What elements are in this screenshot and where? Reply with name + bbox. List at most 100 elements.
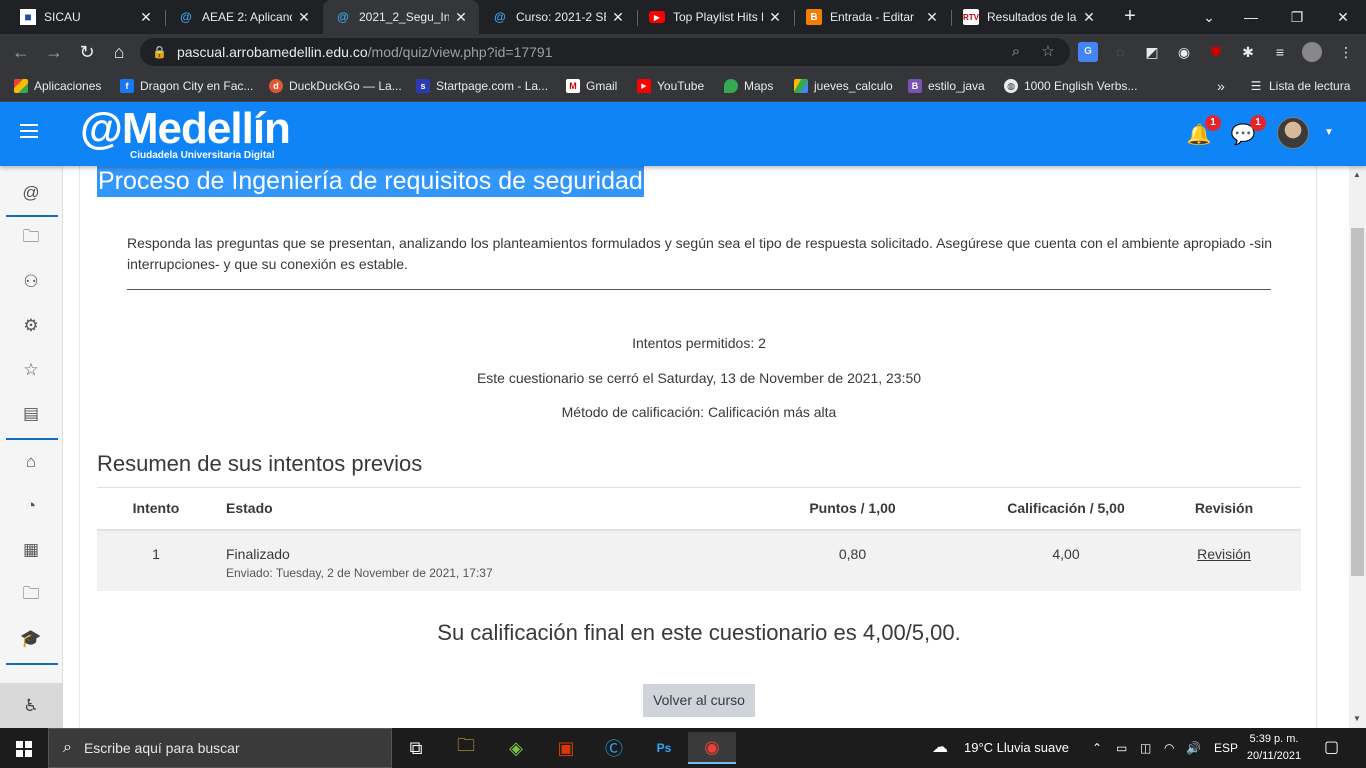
office-icon[interactable]: ▣ [542, 732, 590, 764]
bookmark-jueves-calculo[interactable]: jueves_calculo [794, 76, 893, 96]
wifi-icon[interactable]: ◠ [1164, 728, 1174, 768]
file-explorer-icon[interactable]: 🗀 [442, 732, 490, 764]
table-row: 1 Finalizado Enviado: Tuesday, 2 de Nove… [97, 529, 1301, 591]
attempt-grade: 4,00 [985, 529, 1147, 591]
home-button[interactable]: ⌂ [106, 39, 132, 65]
reading-list-button[interactable]: ☰ Lista de lectura [1249, 76, 1351, 96]
close-icon[interactable]: ✕ [767, 9, 783, 26]
accessibility-icon[interactable]: ♿ [18, 693, 44, 719]
close-icon[interactable]: ✕ [296, 9, 312, 26]
tab-aeae[interactable]: @ AEAE 2: Aplicando ✕ [166, 0, 322, 34]
close-icon[interactable]: ✕ [924, 9, 940, 26]
close-icon[interactable]: ✕ [138, 9, 154, 26]
ccleaner-icon[interactable]: Ⓒ [590, 732, 638, 764]
tab-resultados[interactable]: RTV Resultados de la b ✕ [951, 0, 1107, 34]
scroll-down-arrow-icon[interactable]: ▼ [1353, 714, 1361, 723]
language-indicator[interactable]: ESP [1214, 728, 1238, 768]
back-button[interactable]: ← [8, 39, 34, 65]
participants-icon[interactable]: ⚇ [18, 269, 44, 295]
taskbar-search[interactable]: ⌕ Escribe aquí para buscar [48, 728, 392, 768]
ublock-extension-icon[interactable]: ⛊ [1206, 42, 1226, 62]
notification-center-icon[interactable]: ▢ [1324, 728, 1339, 768]
tab-blogger[interactable]: B Entrada - Editar ✕ [794, 0, 950, 34]
attempt-state: Finalizado [226, 545, 290, 562]
private-files-folder-icon[interactable]: 🗀 [18, 581, 44, 607]
bookmark-gmail[interactable]: M Gmail [566, 76, 617, 96]
loading-extension-icon[interactable]: ◌ [1110, 42, 1130, 62]
address-bar[interactable]: 🔒 pascual.arrobamedellin.edu.co/mod/quiz… [140, 38, 1070, 66]
network-icon[interactable]: ◫ [1140, 728, 1151, 768]
chevron-down-icon[interactable]: ▼ [1324, 127, 1334, 138]
kebab-menu-icon[interactable]: ⋮ [1336, 42, 1356, 62]
photoshop-icon[interactable]: Ps [640, 732, 688, 764]
bookmark-english-verbs[interactable]: ◍ 1000 English Verbs... [1004, 76, 1137, 96]
grades-book-icon[interactable]: ▤ [18, 401, 44, 427]
site-logo[interactable]: @Medellín Ciudadela Universitaria Digita… [80, 104, 320, 161]
site-home-at-icon[interactable]: @ [18, 180, 44, 206]
system-clock[interactable]: 5:39 p. m. 20/11/2021 [1242, 731, 1306, 765]
close-icon[interactable]: ✕ [610, 9, 626, 26]
bookmark-star-icon[interactable]: ☆ [1038, 42, 1058, 62]
weather-text[interactable]: 19°C Lluvia suave [964, 728, 1069, 768]
tab-sicau[interactable]: ■ SICAU ✕ [8, 0, 164, 34]
chevron-up-icon[interactable]: ⌃ [1092, 728, 1102, 768]
folder-icon[interactable]: 🗀 [18, 224, 44, 250]
blogger-favicon-icon: B [806, 9, 822, 25]
media-control-icon[interactable]: ≡ [1270, 42, 1290, 62]
tab-segu-info[interactable]: @ 2021_2_Segu_Info ✕ [323, 0, 479, 34]
bookmarks-bar: Aplicaciones f Dragon City en Fac... d D… [0, 70, 1366, 102]
volume-icon[interactable]: 🔊 [1186, 728, 1201, 768]
profile-avatar-icon[interactable] [1302, 42, 1322, 62]
review-link[interactable]: Revisión [1197, 546, 1251, 562]
tab-playlist[interactable]: ▶ Top Playlist Hits B ✕ [637, 0, 793, 34]
bookmark-estilo-java[interactable]: B estilo_java [908, 76, 985, 96]
scrollbar-thumb[interactable] [1351, 228, 1364, 576]
start-button[interactable] [0, 728, 48, 768]
translate-extension-icon[interactable]: G [1078, 42, 1098, 62]
reload-button[interactable]: ↻ [74, 39, 100, 65]
bookmark-startpage[interactable]: s Startpage.com - La... [416, 76, 548, 96]
my-courses-graduation-icon[interactable]: 🎓 [18, 626, 44, 652]
new-tab-button[interactable]: + [1118, 4, 1142, 28]
battery-icon[interactable]: ▭ [1116, 728, 1127, 768]
restore-button[interactable]: ❐ [1274, 0, 1320, 34]
menu-toggle-icon[interactable] [20, 124, 38, 142]
attempts-table: Intento Estado Puntos / 1,00 Calificació… [97, 487, 1301, 591]
minimize-button[interactable]: — [1228, 0, 1274, 34]
bookmark-apps[interactable]: Aplicaciones [14, 76, 101, 96]
user-avatar[interactable] [1277, 117, 1309, 149]
bookmark-maps[interactable]: Maps [724, 76, 773, 96]
youtube-favicon-icon: ▶ [649, 11, 665, 23]
bookmarks-overflow-button[interactable]: » [1217, 76, 1225, 96]
page-scrollbar[interactable]: ▲ ▼ [1349, 166, 1366, 728]
windows-taskbar: ⌕ Escribe aquí para buscar ⧉ 🗀 ◈ ▣ Ⓒ Ps … [0, 728, 1366, 768]
close-icon[interactable]: ✕ [453, 9, 469, 26]
scroll-up-arrow-icon[interactable]: ▲ [1353, 170, 1361, 179]
weather-cloud-icon[interactable]: ☁ [932, 728, 948, 768]
messages-badge: 1 [1250, 115, 1266, 131]
rtv-favicon-icon: RTV [963, 9, 979, 25]
close-window-button[interactable]: ✕ [1320, 0, 1366, 34]
competencies-star-icon[interactable]: ☆ [18, 357, 44, 383]
tab-curso[interactable]: @ Curso: 2021-2 SEG ✕ [480, 0, 636, 34]
sync-extension-icon[interactable]: ◉ [1174, 42, 1194, 62]
dashboard-gauge-icon[interactable]: ◔ [18, 493, 44, 519]
attempt-submitted-date: Enviado: Tuesday, 2 de November de 2021,… [226, 565, 493, 580]
translate-alt-extension-icon[interactable]: ◩ [1142, 42, 1162, 62]
app-icon[interactable]: ◈ [492, 732, 540, 764]
forward-button[interactable]: → [41, 39, 67, 65]
task-view-icon[interactable]: ⧉ [392, 732, 440, 764]
chrome-icon[interactable]: ◉ [688, 732, 736, 764]
badges-icon[interactable]: ⚙ [18, 313, 44, 339]
tab-search-icon[interactable]: ⌄ [1186, 0, 1232, 34]
calendar-icon[interactable]: ▦ [18, 537, 44, 563]
bookmark-duckduckgo[interactable]: d DuckDuckGo — La... [269, 76, 402, 96]
extensions-puzzle-icon[interactable]: ✱ [1238, 42, 1258, 62]
home-icon[interactable]: ⌂ [18, 449, 44, 475]
bookmark-dragon-city[interactable]: f Dragon City en Fac... [120, 76, 253, 96]
close-icon[interactable]: ✕ [1081, 9, 1097, 26]
facebook-icon: f [120, 79, 134, 93]
zoom-icon[interactable]: ⌕ [1006, 42, 1026, 62]
bookmark-youtube[interactable]: ▶ YouTube [637, 76, 704, 96]
back-to-course-button[interactable]: Volver al curso [643, 684, 755, 717]
